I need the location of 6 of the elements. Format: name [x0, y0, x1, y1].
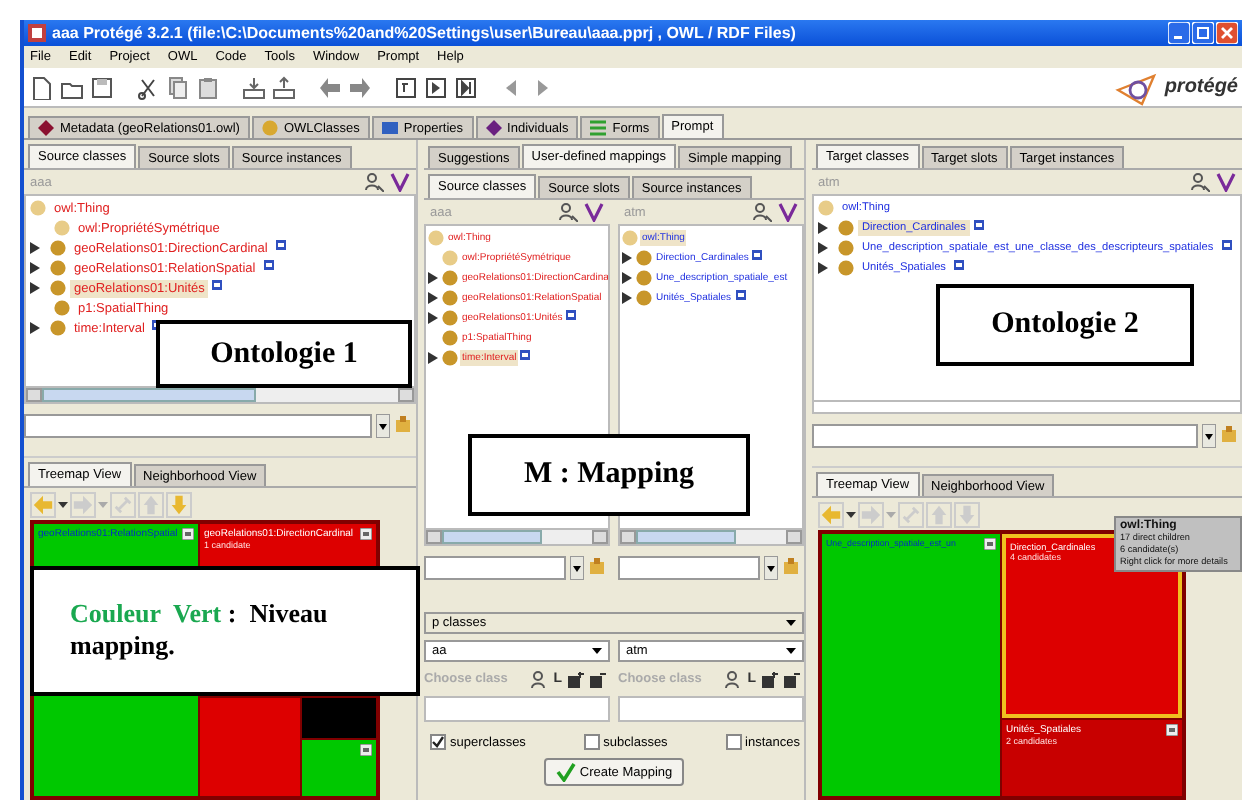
logo-text: protégé	[1164, 76, 1238, 98]
annotation-overlay: Couleur Vert : Niveau mapping.	[30, 566, 420, 696]
annotation-overlay: Ontologie 2	[936, 284, 1194, 366]
annotation-overlay: M : Mapping	[468, 434, 750, 516]
annotation-overlay: Ontologie 1	[156, 320, 412, 388]
window-title: aaa Protégé 3.2.1 (file:\C:\Documents%20and%20Settings\user\Bureau\aaa.pprj , OWL / RDF Files)	[52, 24, 796, 42]
